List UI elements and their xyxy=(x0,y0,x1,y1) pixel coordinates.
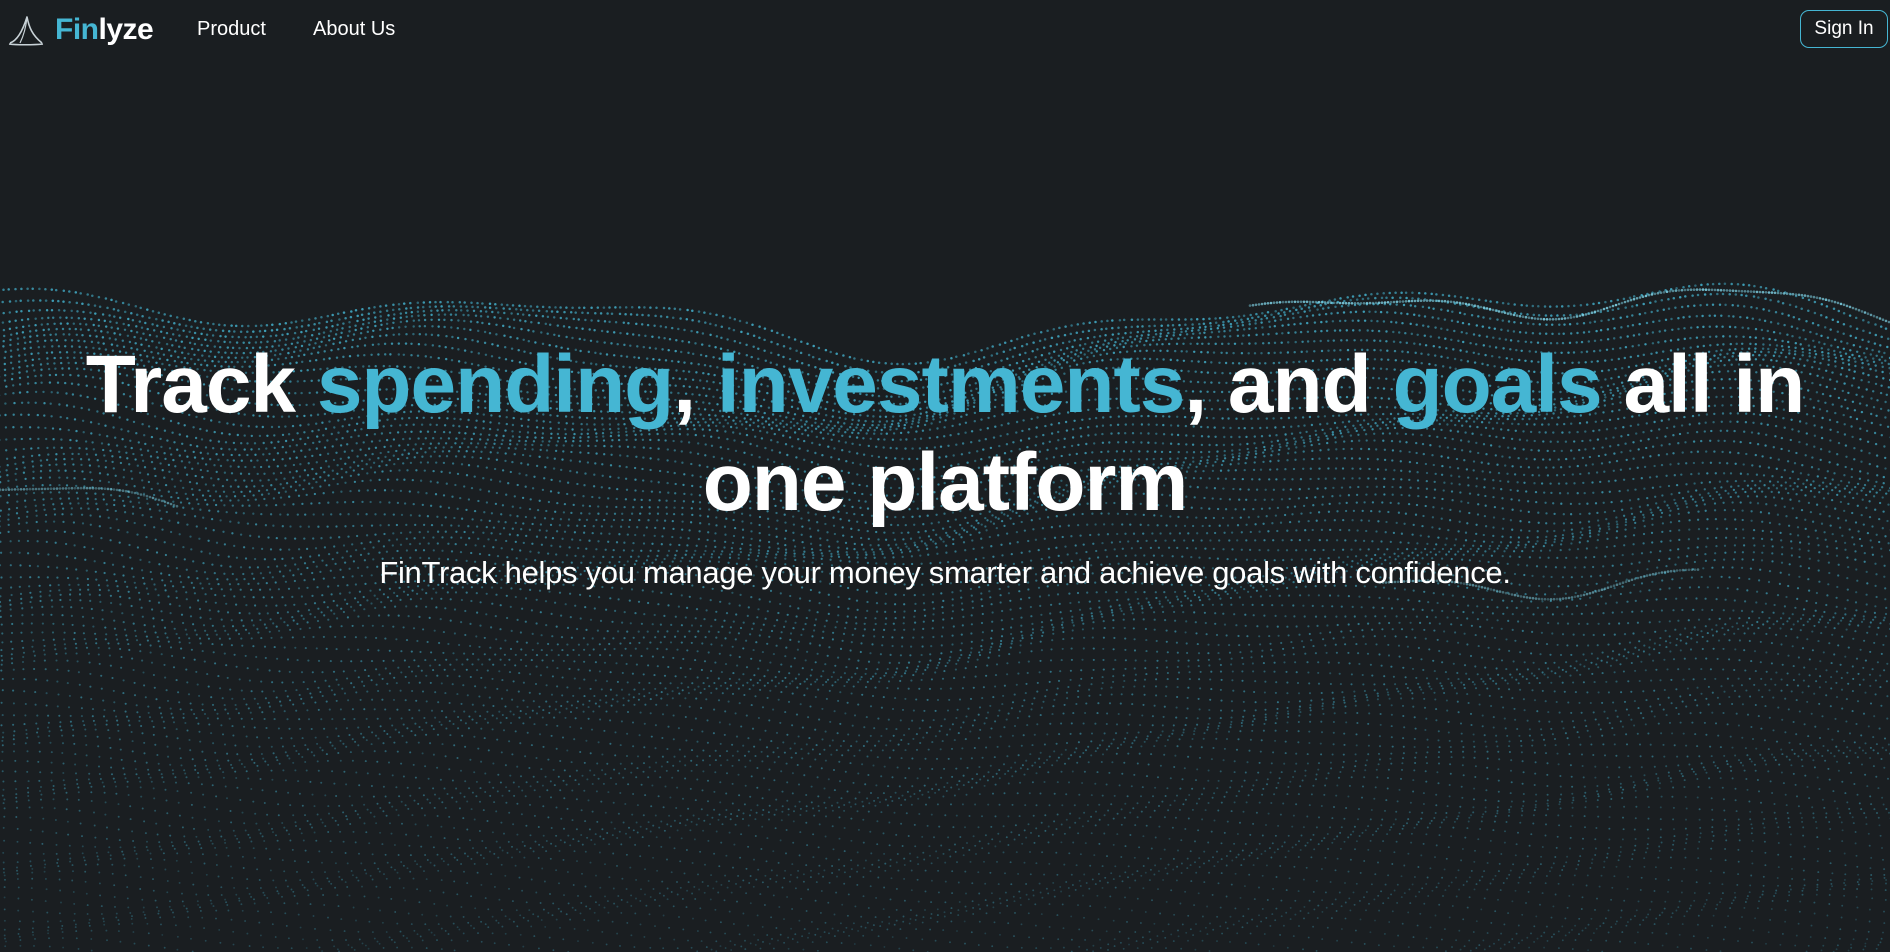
landing-page: Finlyze Product About Us Sign In Track s… xyxy=(0,0,1890,952)
